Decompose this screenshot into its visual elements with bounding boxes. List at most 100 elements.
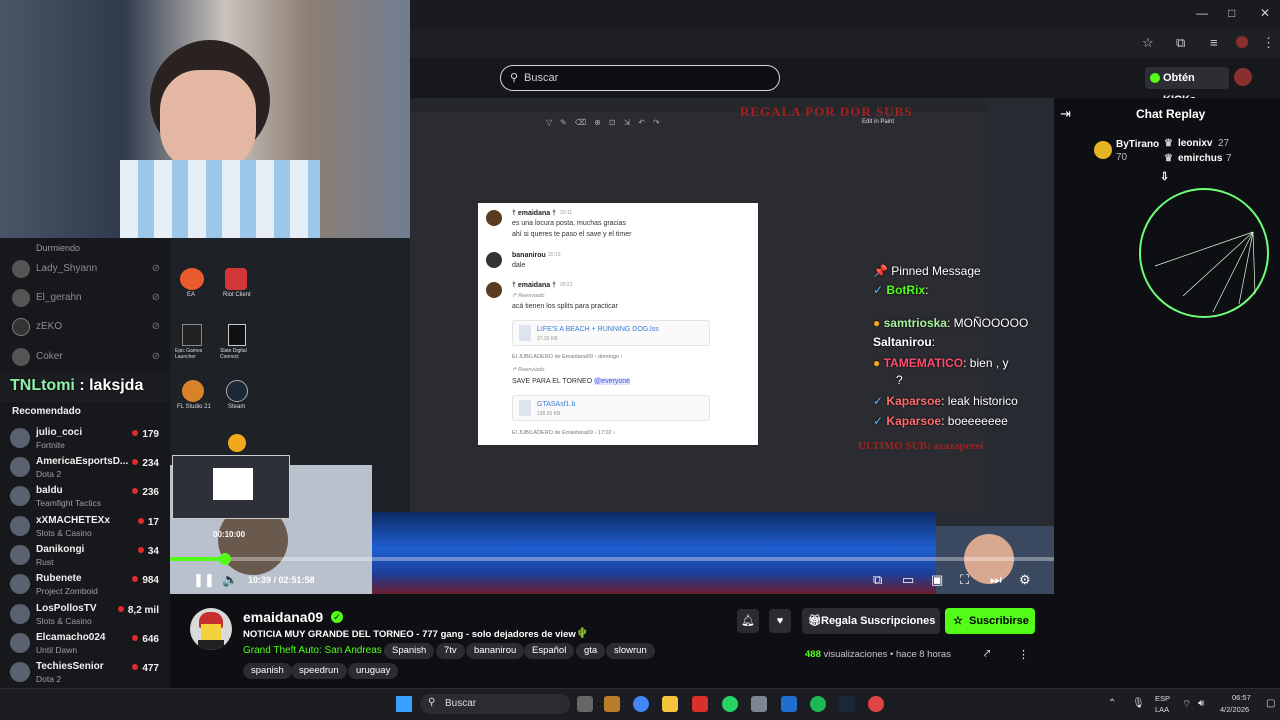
tag-chip[interactable]: uruguay xyxy=(348,663,399,679)
sidebar-item-coker[interactable]: Coker ⊘ xyxy=(10,346,170,370)
settings-gear-icon[interactable]: ⚙ xyxy=(1019,572,1031,588)
sidebar-item-lady-shyann[interactable]: Lady_Shyann ⊘ xyxy=(10,258,170,282)
search-input[interactable]: ⚲ Buscar xyxy=(500,65,780,91)
sidebar-item-zeko[interactable]: zEKO ⊘ xyxy=(10,316,170,340)
leader-name[interactable]: emirchus xyxy=(1178,153,1222,164)
bookmark-star-icon[interactable]: ☆ xyxy=(1142,35,1154,51)
windows-start-icon[interactable] xyxy=(396,696,412,712)
store-icon[interactable] xyxy=(604,696,620,712)
notification-bell-icon[interactable]: 🔔︎ xyxy=(737,609,759,633)
tag-chip[interactable]: speedrun xyxy=(291,663,347,679)
speed-icon[interactable]: ⏭ xyxy=(990,572,1002,588)
more-options-icon[interactable]: ⋮ xyxy=(1018,648,1029,661)
recommended-channel[interactable]: Danikongi Rust 34 xyxy=(10,541,162,569)
tag-chip[interactable]: Español xyxy=(524,643,575,659)
stream-title: NOTICIA MUY GRANDE DEL TORNEO - 777 gang… xyxy=(243,629,576,640)
chat-overlay-message: TNLtomi : laksjda xyxy=(10,377,143,395)
extensions-icon[interactable]: ⧉ xyxy=(1176,35,1185,51)
gift-subs-button[interactable]: 🎁︎ Regala Suscripciones xyxy=(802,608,940,634)
pause-button[interactable]: ❚❚ xyxy=(193,572,215,588)
channel-avatar[interactable] xyxy=(190,608,232,650)
fullscreen-icon[interactable]: ⛶ xyxy=(960,572,969,588)
steam-taskbar-icon[interactable] xyxy=(839,696,855,712)
recommended-channel[interactable]: AmericaEsportsD... Dota 2 234 xyxy=(10,453,162,481)
media-app-icon[interactable] xyxy=(692,696,708,712)
forward-source[interactable]: El JUBILADERO de Emaidana09 › 17:02 › xyxy=(512,430,615,436)
hover-time-tooltip: 00:10:00 xyxy=(213,530,246,539)
overlay-text: laksjda xyxy=(89,377,144,394)
editor-toolbar-icons: ▽✎⌫⊕⊡⇲↶↷ xyxy=(546,118,668,127)
view-stats: 488 visualizaciones • hace 8 horas xyxy=(805,649,951,660)
tag-chip[interactable]: 7tv xyxy=(436,643,465,659)
tray-chevron-icon[interactable]: ⌃ xyxy=(1108,698,1116,709)
volume-icon[interactable]: 🔈 xyxy=(222,572,238,588)
game-category-link[interactable]: Grand Theft Auto: San Andreas xyxy=(243,645,382,656)
minimize-button[interactable]: — xyxy=(1196,6,1208,20)
get-kicks-button[interactable]: Obtén KICKs xyxy=(1145,67,1229,106)
tab-search-icon[interactable]: ≡ xyxy=(1210,35,1218,50)
follow-heart-icon[interactable]: ♥ xyxy=(769,609,791,633)
theater-mode-icon[interactable]: ▭ xyxy=(902,572,914,588)
pin-icon[interactable]: ⇩ xyxy=(1160,170,1169,183)
tag-chip[interactable]: bananirou xyxy=(466,643,525,659)
recommended-channel[interactable]: Elcamacho024 Until Dawn 646 xyxy=(10,629,162,657)
avatar xyxy=(486,252,502,268)
spotify-icon[interactable] xyxy=(810,696,826,712)
file-attachment[interactable]: LIFE'S A BEACH + RUNNING DOG.lss 37.26 K… xyxy=(512,320,710,346)
progress-scrub-handle[interactable] xyxy=(219,553,231,565)
recommended-channel[interactable]: baldu Teamfight Tactics 236 xyxy=(10,482,162,510)
speaker-icon[interactable]: 🔊︎ xyxy=(1198,698,1204,709)
language-top[interactable]: ESP xyxy=(1155,694,1170,703)
taskbar-search[interactable]: ⚲ Buscar xyxy=(420,694,570,714)
video-progress-bar[interactable] xyxy=(170,557,1054,561)
views-label: visualizaciones xyxy=(820,649,888,660)
chrome-icon[interactable] xyxy=(633,696,649,712)
tag-chip[interactable]: spanish xyxy=(243,663,292,679)
collapse-chat-icon[interactable]: ⇥ xyxy=(1060,106,1071,122)
avatar xyxy=(10,662,30,682)
mention-tag[interactable]: @everyone xyxy=(594,378,631,385)
leader-count: 27 xyxy=(1218,138,1230,149)
file-attachment[interactable]: GTASAsf1.b 198.00 KB xyxy=(512,395,710,421)
mini-player-icon[interactable]: ▣ xyxy=(931,572,943,588)
channel-name[interactable]: emaidana09 xyxy=(243,609,323,625)
top-gifter-name[interactable]: ByTirano xyxy=(1116,139,1159,150)
recommended-channel[interactable]: TechiesSenior Dota 2 477 xyxy=(10,658,162,686)
maximize-button[interactable]: □ xyxy=(1228,6,1235,20)
avatar xyxy=(10,604,30,624)
title-emoji-icon: 🌵 xyxy=(576,628,589,639)
channel-name: xXMACHETEXx xyxy=(36,515,110,526)
recommended-channel[interactable]: Rubenete Project Zomboid 984 xyxy=(10,570,162,598)
recommended-channel[interactable]: julio_coci Fortnite 179 xyxy=(10,424,162,452)
notifications-icon[interactable]: ▢ xyxy=(1266,698,1275,709)
recommended-channel[interactable]: LosPollosTV Slots & Casino 8,2 mil xyxy=(10,600,162,628)
vscode-icon[interactable] xyxy=(781,696,797,712)
subscribe-button[interactable]: ☆ Suscribirse xyxy=(945,608,1035,634)
time-current: 10:39 xyxy=(248,575,272,585)
clock-time[interactable]: 06:57 xyxy=(1232,693,1251,702)
wifi-icon[interactable]: ⌔ xyxy=(1182,698,1191,711)
recommended-channel[interactable]: xXMACHETEXx Slots & Casino 17 xyxy=(10,512,162,540)
tag-chip[interactable]: slowrun xyxy=(606,643,655,659)
share-icon[interactable]: ⤤ xyxy=(984,648,990,661)
forward-source[interactable]: El JUBILADERO de Emaidana09 › domingo › xyxy=(512,354,622,360)
recommended-heading: Recomendado xyxy=(12,406,81,417)
leader-name[interactable]: leonixv xyxy=(1178,138,1212,149)
sidebar-item-label: zEKO xyxy=(36,321,63,332)
whatsapp-icon[interactable] xyxy=(722,696,738,712)
sidebar-item-el-gerahn[interactable]: El_gerahn ⊘ xyxy=(10,287,170,311)
file-explorer-icon[interactable] xyxy=(662,696,678,712)
settings-app-icon[interactable] xyxy=(751,696,767,712)
mic-icon[interactable]: 🎙︎ xyxy=(1132,698,1145,709)
obs-icon[interactable] xyxy=(868,696,884,712)
task-view-icon[interactable] xyxy=(577,696,593,712)
tag-chip[interactable]: Spanish xyxy=(384,643,435,659)
browser-menu-icon[interactable]: ⋮ xyxy=(1262,35,1275,51)
clock-date[interactable]: 4/2/2026 xyxy=(1220,705,1249,714)
tag-chip[interactable]: gta xyxy=(576,643,606,659)
language-bottom[interactable]: LAA xyxy=(1155,705,1169,714)
profile-avatar[interactable] xyxy=(1236,36,1248,48)
close-window-button[interactable]: ✕ xyxy=(1260,6,1270,20)
clip-icon[interactable]: ⧉ xyxy=(873,572,882,588)
user-avatar[interactable] xyxy=(1234,68,1252,86)
